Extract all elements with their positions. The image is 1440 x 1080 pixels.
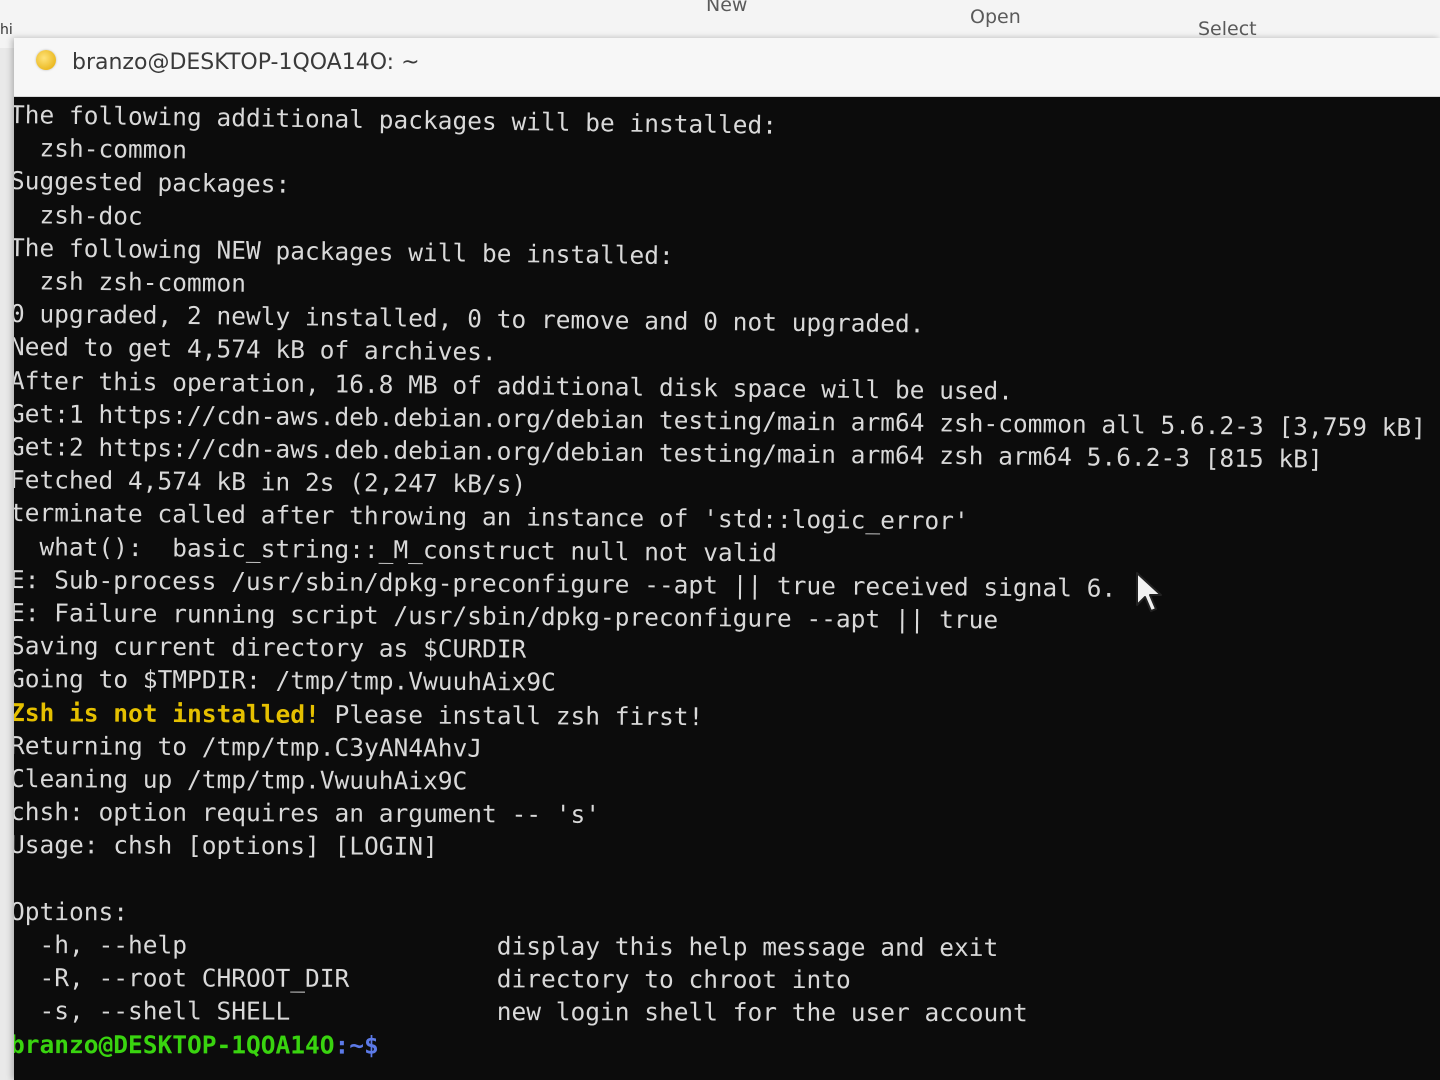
terminal-line-text: Options: [14, 896, 129, 927]
terminal-line: -h, --help display this help message and… [14, 928, 998, 964]
ribbon-select-button[interactable]: Select [1198, 18, 1257, 40]
terminal-line: Zsh is not installed! Please install zsh… [14, 696, 703, 733]
terminal-line: zsh-doc [14, 198, 143, 233]
terminal-line-text: terminate called after throwing an insta… [14, 498, 969, 536]
terminal-line: Fetched 4,574 kB in 2s (2,247 kB/s) [14, 463, 526, 501]
terminal-line: Suggested packages: [14, 164, 290, 201]
terminal-titlebar[interactable]: branzo@DESKTOP-1QOA14O: ~ [14, 38, 1440, 97]
terminal-line: Usage: chsh [options] [LOGIN] [14, 828, 438, 863]
prompt-path: :~$ [334, 1030, 379, 1060]
debian-app-icon [36, 50, 56, 70]
terminal-line: Going to $TMPDIR: /tmp/tmp.VwuuhAix9C [14, 662, 556, 699]
terminal-line: Options: [14, 895, 128, 929]
terminal-line-text: Usage: chsh [options] [LOGIN] [14, 830, 438, 862]
ribbon-open-button[interactable]: Open [970, 6, 1021, 28]
mouse-pointer-icon [1136, 572, 1162, 612]
terminal-line-text: Need to get 4,574 kB of archives. [14, 332, 497, 367]
terminal-line-text: -s, --shell SHELL new login shell for th… [14, 996, 1028, 1028]
terminal-line-text: Cleaning up /tmp/tmp.VwuuhAix9C [14, 764, 468, 796]
shell-prompt: branzo@DESKTOP-1QOA14O:~$ [14, 1028, 379, 1062]
terminal-window[interactable]: branzo@DESKTOP-1QOA14O: ~ The following … [14, 38, 1440, 1080]
terminal-line-text: zsh-doc [14, 199, 143, 231]
terminal-line-text: E: Failure running script /usr/sbin/dpkg… [14, 598, 999, 635]
terminal-line: Need to get 4,574 kB of archives. [14, 330, 497, 369]
zsh-warning-text: Zsh is not installed! [14, 697, 320, 729]
terminal-line-text: Returning to /tmp/tmp.C3yAN4AhvJ [14, 730, 483, 763]
terminal-line: Cleaning up /tmp/tmp.VwuuhAix9C [14, 762, 467, 798]
terminal-line: -s, --shell SHELL new login shell for th… [14, 994, 1028, 1029]
window-title: branzo@DESKTOP-1QOA14O: ~ [72, 50, 420, 75]
terminal-line: chsh: option requires an argument -- 's' [14, 795, 600, 831]
prompt-user-host: branzo@DESKTOP-1QOA14O [14, 1029, 335, 1060]
terminal-line: Returning to /tmp/tmp.C3yAN4AhvJ [14, 729, 482, 765]
terminal-output[interactable]: The following additional packages will b… [14, 96, 1440, 1080]
terminal-line: zsh-common [14, 131, 187, 167]
terminal-line-text: what(): basic_string::_M_construct null … [14, 531, 778, 567]
terminal-line-text: zsh-common [14, 133, 188, 165]
terminal-line-text: Saving current directory as $CURDIR [14, 631, 527, 664]
terminal-line-text: zsh zsh-common [14, 266, 247, 298]
terminal-line-text: chsh: option requires an argument -- 's' [14, 797, 601, 830]
ribbon-new-button[interactable]: New [706, 0, 747, 16]
zsh-warning-rest: Please install zsh first! [319, 699, 704, 731]
terminal-line-text: -R, --root CHROOT_DIR directory to chroo… [14, 963, 851, 995]
terminal-line: -R, --root CHROOT_DIR directory to chroo… [14, 961, 851, 996]
terminal-line: Saving current directory as $CURDIR [14, 629, 526, 666]
terminal-line-text: Fetched 4,574 kB in 2s (2,247 kB/s) [14, 465, 527, 499]
terminal-line-text: Suggested packages: [14, 166, 291, 200]
terminal-line-text: Going to $TMPDIR: /tmp/tmp.VwuuhAix9C [14, 664, 556, 697]
terminal-line: zsh zsh-common [14, 264, 246, 300]
terminal-line-text: -h, --help display this help message and… [14, 930, 999, 963]
